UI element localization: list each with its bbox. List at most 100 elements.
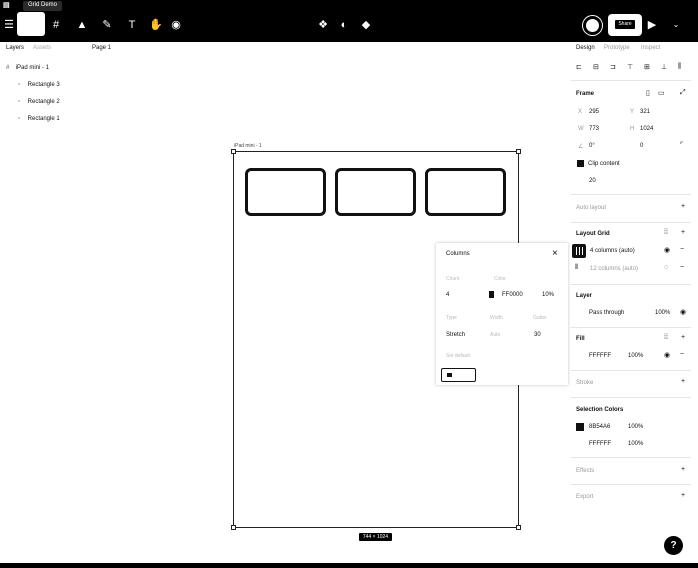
- fill-opacity-input[interactable]: 100%: [628, 353, 643, 359]
- add-fill-icon[interactable]: +: [681, 334, 685, 341]
- grid-1-label[interactable]: 4 columns (auto): [590, 248, 635, 254]
- align-middle-v-icon[interactable]: ⊞: [644, 63, 650, 71]
- gutter-input[interactable]: 30: [534, 332, 541, 338]
- radius-input[interactable]: 0: [640, 143, 643, 149]
- add-grid-icon[interactable]: +: [681, 229, 685, 236]
- play-icon[interactable]: ▶: [645, 18, 659, 32]
- rotation-input[interactable]: 0°: [589, 143, 595, 149]
- distribute-icon[interactable]: ⫼: [678, 63, 681, 71]
- resize-handle-br[interactable]: [516, 525, 521, 530]
- selection-color-swatch-1[interactable]: [576, 423, 584, 431]
- fill-visibility-icon[interactable]: ◉: [664, 351, 670, 359]
- fit-icon[interactable]: ⤢: [680, 89, 686, 97]
- hand-tool-icon[interactable]: ✋: [149, 18, 163, 32]
- tab-assets[interactable]: Assets: [33, 45, 51, 51]
- color-hex-input[interactable]: FF0000: [502, 292, 523, 298]
- grid-2-visibility-icon[interactable]: ◌: [664, 264, 668, 271]
- share-button[interactable]: Share: [608, 14, 642, 36]
- layer-visibility-icon[interactable]: ◉: [680, 308, 686, 316]
- clip-content-checkbox[interactable]: Clip content: [577, 160, 620, 167]
- mask-icon[interactable]: ◐: [337, 18, 351, 32]
- w-input[interactable]: 773: [589, 126, 599, 132]
- grid-1-visibility-icon[interactable]: ◉: [664, 246, 670, 254]
- shape-tool-icon[interactable]: ▲: [75, 18, 89, 32]
- grid-1-remove-icon[interactable]: −: [680, 246, 684, 253]
- default-color-chip[interactable]: [441, 368, 476, 382]
- align-right-icon[interactable]: ⊐: [610, 63, 616, 71]
- color-opacity-input[interactable]: 10%: [542, 292, 554, 298]
- count-input[interactable]: 4: [446, 292, 449, 298]
- rectangle-3[interactable]: [425, 168, 506, 216]
- add-effect-icon[interactable]: +: [681, 466, 685, 473]
- grid-2-remove-icon[interactable]: −: [680, 264, 684, 271]
- width-label: Width: [490, 315, 503, 321]
- selection-opacity-2[interactable]: 100%: [628, 441, 643, 447]
- grid-styles-icon[interactable]: ⁞⁞: [664, 229, 668, 236]
- clip-value[interactable]: 20: [589, 178, 596, 184]
- add-stroke-icon[interactable]: +: [681, 378, 685, 385]
- layer-frame[interactable]: # iPad mini - 1: [6, 65, 49, 71]
- set-default-label: Set default: [446, 353, 470, 359]
- component-icon[interactable]: ❖: [316, 18, 330, 32]
- x-input[interactable]: 295: [589, 109, 599, 115]
- rectangle-1[interactable]: [245, 168, 326, 216]
- board-label[interactable]: iPad mini - 1: [234, 143, 262, 149]
- selection-color-2[interactable]: FFFFFF: [589, 441, 611, 447]
- boolean-icon[interactable]: ◆: [359, 18, 373, 32]
- landscape-icon[interactable]: ▭: [658, 89, 665, 97]
- resize-handle-tl[interactable]: [231, 149, 236, 154]
- selection-opacity-1[interactable]: 100%: [628, 424, 643, 430]
- align-center-h-icon[interactable]: ⊟: [593, 63, 599, 71]
- gutter-label: Gutter: [533, 315, 547, 321]
- align-top-icon[interactable]: ⊤: [627, 63, 633, 71]
- tab-design[interactable]: Design: [576, 45, 595, 51]
- fill-hex-input[interactable]: FFFFFF: [589, 353, 611, 359]
- app-logo-icon[interactable]: ▤: [3, 1, 10, 9]
- menu-icon[interactable]: ☰: [2, 18, 16, 32]
- stroke-title: Stroke: [576, 380, 594, 386]
- text-tool-icon[interactable]: T: [125, 18, 139, 32]
- align-bottom-icon[interactable]: ⊥: [661, 63, 667, 71]
- layer-opacity-input[interactable]: 100%: [655, 310, 670, 316]
- pen-tool-icon[interactable]: ✎: [100, 18, 114, 32]
- layer-rectangle-3[interactable]: ▫ Rectangle 3: [18, 82, 60, 88]
- layer-rectangle-1[interactable]: ▫ Rectangle 1: [18, 116, 60, 122]
- frame-tool-icon[interactable]: #: [49, 18, 63, 32]
- tab-prototype[interactable]: Prototype: [604, 45, 630, 51]
- rectangle-2[interactable]: [335, 168, 416, 216]
- add-export-icon[interactable]: +: [681, 492, 685, 499]
- count-label: Count: [446, 276, 460, 282]
- grid-2-label[interactable]: 12 columns (auto): [590, 266, 638, 272]
- fill-remove-icon[interactable]: −: [680, 351, 684, 358]
- file-name[interactable]: Grid Demo: [23, 1, 63, 11]
- width-input[interactable]: Auto: [490, 332, 500, 338]
- h-input[interactable]: 1024: [640, 126, 653, 132]
- corner-radius-icon[interactable]: ⌜: [680, 141, 683, 149]
- resize-handle-bl[interactable]: [231, 525, 236, 530]
- x-label: X: [578, 109, 583, 115]
- align-left-icon[interactable]: ⊏: [576, 63, 582, 71]
- resize-handle-tr[interactable]: [516, 149, 521, 154]
- comment-tool-icon[interactable]: ◉: [169, 18, 183, 32]
- add-auto-layout-icon[interactable]: +: [681, 203, 685, 210]
- fill-styles-icon[interactable]: ⁞⁞: [664, 334, 668, 341]
- type-select[interactable]: Stretch: [446, 332, 465, 338]
- help-button[interactable]: ?: [664, 536, 683, 555]
- y-input[interactable]: 321: [640, 109, 650, 115]
- layer-rectangle-2[interactable]: ▫ Rectangle 2: [18, 99, 60, 105]
- move-tool-active[interactable]: [17, 12, 45, 36]
- zoom-menu-icon[interactable]: ⌄: [669, 18, 683, 32]
- grid-2-settings-icon[interactable]: ⦀: [575, 264, 578, 272]
- tab-layers[interactable]: Layers: [6, 45, 24, 51]
- color-swatch[interactable]: [489, 291, 494, 298]
- portrait-icon[interactable]: ▯: [646, 89, 650, 97]
- user-avatar[interactable]: [583, 16, 602, 35]
- blend-mode-select[interactable]: Pass through: [589, 310, 624, 316]
- grid-1-settings-icon[interactable]: [572, 244, 586, 258]
- rectangle-icon: ▫: [18, 116, 21, 122]
- tab-inspect[interactable]: Inspect: [641, 45, 660, 51]
- page-selector[interactable]: Page 1: [92, 45, 111, 51]
- selection-color-1[interactable]: 8B54A6: [589, 424, 610, 430]
- top-toolbar: ▤ Grid Demo ☰ # ▲ ✎ T ✋ ◉ ❖ ◐ ◆ Share ▶ …: [0, 0, 698, 42]
- close-icon[interactable]: ×: [552, 248, 558, 259]
